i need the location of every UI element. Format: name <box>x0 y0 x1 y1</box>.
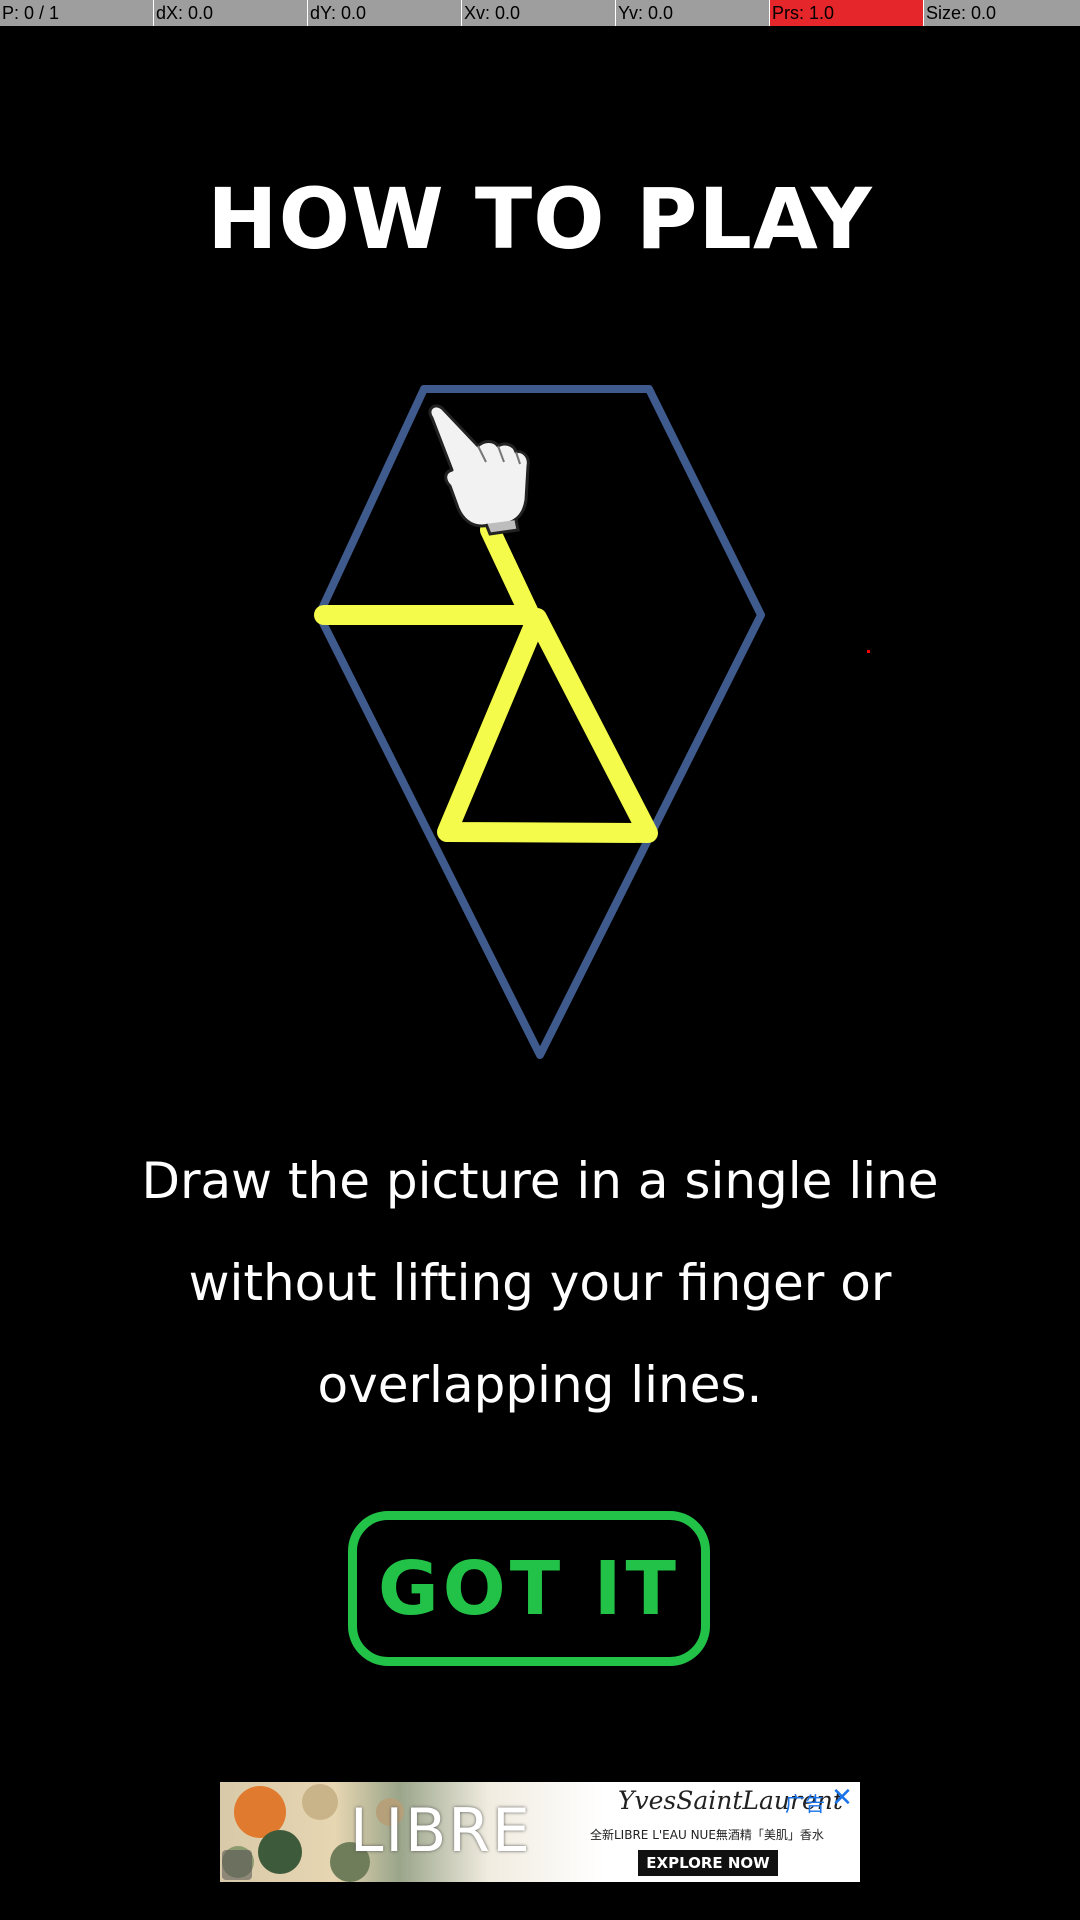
ad-label: 广告 <box>785 1792 825 1816</box>
touch-indicator-dot <box>867 650 870 653</box>
instructions-line-1: Draw the picture in a single line <box>141 1152 939 1210</box>
velocity-y: Yv: 0.0 <box>616 0 770 26</box>
pointer-debug-bar: P: 0 / 1 dX: 0.0 dY: 0.0 Xv: 0.0 Yv: 0.0… <box>0 0 1080 26</box>
pointer-count: P: 0 / 1 <box>0 0 154 26</box>
puzzle-outline <box>315 385 765 1059</box>
info-icon[interactable] <box>222 1850 252 1880</box>
touch-size: Size: 0.0 <box>926 3 997 23</box>
how-to-play-screen: P: 0 / 1 dX: 0.0 dY: 0.0 Xv: 0.0 Yv: 0.0… <box>0 0 1080 1920</box>
puzzle-illustration <box>314 385 765 1059</box>
velocity-x: Xv: 0.0 <box>462 0 616 26</box>
instructions-line-2: without lifting your finger or <box>188 1254 892 1312</box>
delta-x: dX: 0.0 <box>154 0 308 26</box>
delta-y: dY: 0.0 <box>308 0 462 26</box>
instructions-line-3: overlapping lines. <box>317 1356 763 1414</box>
ad-banner[interactable]: LIBRE YvesSaintLaurent 广告 ✕ 全新LIBRE L'EA… <box>220 1782 860 1882</box>
pressure: Prs: 1.0 <box>770 0 924 26</box>
close-icon[interactable]: ✕ <box>828 1784 856 1812</box>
ad-brand: LIBRE <box>350 1796 532 1866</box>
page-title: HOW TO PLAY <box>207 170 873 268</box>
ad-description: 全新LIBRE L'EAU NUE無酒精「美肌」香水 <box>590 1828 824 1842</box>
instructions-text: Draw the picture in a single line withou… <box>80 1130 1000 1436</box>
explore-now-button[interactable]: EXPLORE NOW <box>638 1850 778 1876</box>
got-it-button[interactable]: GOT IT <box>348 1511 710 1666</box>
traced-triangle <box>437 608 658 843</box>
pointing-hand-icon <box>428 404 530 536</box>
